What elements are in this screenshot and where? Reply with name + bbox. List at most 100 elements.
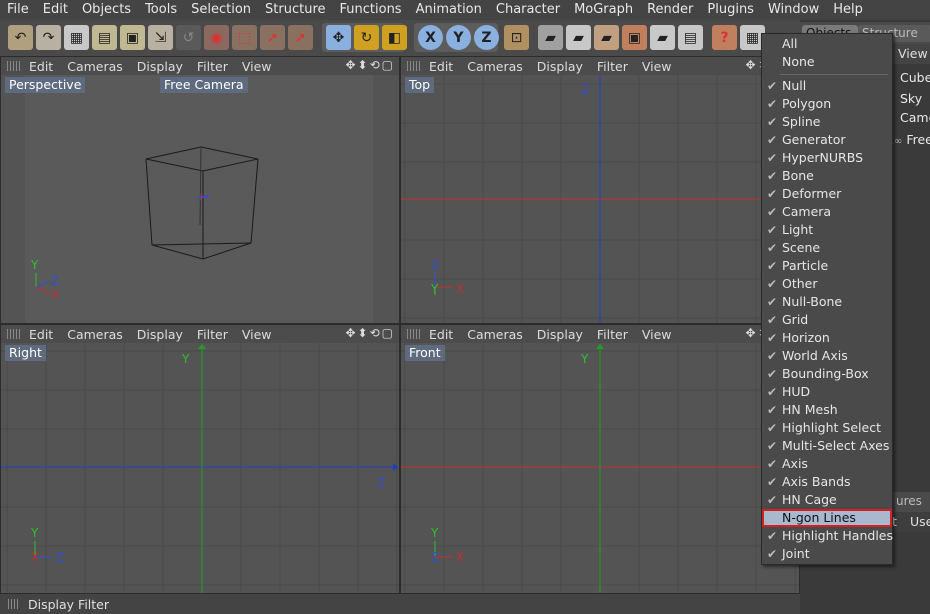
viewport-menu-edit[interactable]: Edit — [425, 59, 463, 74]
filter-item-null[interactable]: ✔ Null — [762, 77, 892, 95]
viewport-menu-view[interactable]: View — [638, 327, 682, 342]
viewport-menu-edit[interactable]: Edit — [25, 327, 63, 342]
viewport-menu-view[interactable]: View — [238, 59, 282, 74]
filter-item-n-gon-lines[interactable]: N-gon Lines — [762, 509, 892, 527]
filter-item-spline[interactable]: ✔ Spline — [762, 113, 892, 131]
menu-file[interactable]: File — [0, 0, 36, 20]
redo-icon[interactable]: ↷ — [36, 25, 61, 50]
filter-item-horizon[interactable]: ✔ Horizon — [762, 329, 892, 347]
coordinate-system-icon[interactable]: ⊡ — [504, 25, 529, 50]
poly-select-icon[interactable]: ➚ — [288, 25, 313, 50]
viewport-camera-label[interactable]: Free Camera — [160, 77, 248, 93]
panel-menu-view[interactable]: View — [898, 46, 928, 61]
filter-item-scene[interactable]: ✔ Scene — [762, 239, 892, 257]
viewport-menu-filter[interactable]: Filter — [593, 327, 638, 342]
filter-item-deformer[interactable]: ✔ Deformer — [762, 185, 892, 203]
render-batch-icon[interactable]: ▤ — [678, 25, 703, 50]
filter-none[interactable]: None — [762, 53, 892, 71]
viewport-front[interactable]: Edit Cameras Display Filter View ✥⬍⟲▢ — [400, 324, 800, 594]
filter-item-bone[interactable]: ✔ Bone — [762, 167, 892, 185]
grip-icon[interactable] — [8, 599, 20, 609]
menu-mograph[interactable]: MoGraph — [567, 0, 640, 20]
viewport-nav-icons[interactable]: ✥⬍⟲▢ — [345, 326, 395, 340]
object-item[interactable]: Sky — [900, 91, 922, 106]
viewport-menu-edit[interactable]: Edit — [425, 327, 463, 342]
viewport-nav-icons[interactable]: ✥⬍⟲▢ — [345, 58, 395, 72]
move-icon[interactable]: ✥ — [326, 25, 351, 50]
menu-functions[interactable]: Functions — [333, 0, 409, 20]
viewport-menu-display[interactable]: Display — [133, 327, 193, 342]
viewport-menu-display[interactable]: Display — [533, 327, 593, 342]
perspective-canvas[interactable] — [1, 75, 399, 323]
grip-icon[interactable] — [407, 61, 421, 71]
viewport-menu-filter[interactable]: Filter — [193, 59, 238, 74]
viewport-menu-cameras[interactable]: Cameras — [63, 327, 133, 342]
x-axis-lock-icon[interactable]: X — [418, 25, 443, 50]
menu-selection[interactable]: Selection — [184, 0, 258, 20]
lasso-select-icon[interactable]: ➚ — [260, 25, 285, 50]
filter-item-axis[interactable]: ✔ Axis — [762, 455, 892, 473]
menu-render[interactable]: Render — [640, 0, 700, 20]
grip-icon[interactable] — [7, 329, 21, 339]
viewport-menu-view[interactable]: View — [238, 327, 282, 342]
viewport-right[interactable]: Edit Cameras Display Filter View ✥⬍⟲▢ Ri… — [0, 324, 400, 594]
viewport-menu-display[interactable]: Display — [133, 59, 193, 74]
filter-item-world-axis[interactable]: ✔ World Axis — [762, 347, 892, 365]
menu-plugins[interactable]: Plugins — [700, 0, 761, 20]
tab-attributes[interactable]: ures — [896, 494, 922, 508]
viewport-menu-cameras[interactable]: Cameras — [463, 327, 533, 342]
z-axis-lock-icon[interactable]: Z — [474, 25, 499, 50]
y-axis-lock-icon[interactable]: Y — [446, 25, 471, 50]
menu-animation[interactable]: Animation — [409, 0, 489, 20]
filter-item-particle[interactable]: ✔ Particle — [762, 257, 892, 275]
menu-structure[interactable]: Structure — [258, 0, 332, 20]
filter-item-null-bone[interactable]: ✔ Null-Bone — [762, 293, 892, 311]
menu-window[interactable]: Window — [761, 0, 826, 20]
undo-view-icon[interactable]: ↺ — [176, 25, 201, 50]
filter-item-polygon[interactable]: ✔ Polygon — [762, 95, 892, 113]
scale-icon[interactable]: ◧ — [382, 25, 407, 50]
live-select-icon[interactable]: ◉ — [204, 25, 229, 50]
grip-icon[interactable] — [407, 329, 421, 339]
object-item[interactable]: Came — [900, 110, 930, 125]
viewport-menu-view[interactable]: View — [638, 59, 682, 74]
viewport-menu-cameras[interactable]: Cameras — [63, 59, 133, 74]
filter-item-other[interactable]: ✔ Other — [762, 275, 892, 293]
filter-item-hn-mesh[interactable]: ✔ HN Mesh — [762, 401, 892, 419]
viewport-top[interactable]: Edit Cameras Display Filter View ✥⬍⟲▢ — [400, 56, 800, 324]
render-to-picture-viewer-icon[interactable]: ▰ — [594, 25, 619, 50]
filter-item-hn-cage[interactable]: ✔ HN Cage — [762, 491, 892, 509]
filter-item-hud[interactable]: ✔ HUD — [762, 383, 892, 401]
filter-item-axis-bands[interactable]: ✔ Axis Bands — [762, 473, 892, 491]
object-item[interactable]: ∞ Free — [894, 132, 930, 147]
menu-tools[interactable]: Tools — [138, 0, 184, 20]
filter-item-multi-select-axes[interactable]: ✔ Multi-Select Axes — [762, 437, 892, 455]
filter-item-grid[interactable]: ✔ Grid — [762, 311, 892, 329]
new-scene-icon[interactable]: ▦ — [64, 25, 89, 50]
filter-item-bounding-box[interactable]: ✔ Bounding-Box — [762, 365, 892, 383]
filter-all[interactable]: All — [762, 35, 892, 53]
viewport-menu-edit[interactable]: Edit — [25, 59, 63, 74]
render-active-view-icon[interactable]: ▰ — [538, 25, 563, 50]
menu-objects[interactable]: Objects — [75, 0, 138, 20]
filter-item-joint[interactable]: ✔ Joint — [762, 545, 892, 563]
filter-item-hypernurbs[interactable]: ✔ HyperNURBS — [762, 149, 892, 167]
viewport-menu-display[interactable]: Display — [533, 59, 593, 74]
viewport-menu-cameras[interactable]: Cameras — [463, 59, 533, 74]
filter-item-light[interactable]: ✔ Light — [762, 221, 892, 239]
help-icon[interactable]: ? — [712, 25, 737, 50]
viewport-menu-filter[interactable]: Filter — [193, 327, 238, 342]
object-item[interactable]: Cube — [900, 70, 930, 85]
viewport-perspective[interactable]: Edit Cameras Display Filter View ✥⬍⟲▢ Pe… — [0, 56, 400, 324]
merge-icon[interactable]: ⇲ — [148, 25, 173, 50]
save-file-icon[interactable]: ▣ — [120, 25, 145, 50]
menu-help[interactable]: Help — [826, 0, 870, 20]
filter-item-camera[interactable]: ✔ Camera — [762, 203, 892, 221]
grip-icon[interactable] — [7, 61, 21, 71]
rect-select-icon[interactable]: ⬚ — [232, 25, 257, 50]
menu-edit[interactable]: Edit — [36, 0, 75, 20]
undo-icon[interactable]: ↶ — [8, 25, 33, 50]
viewport-menu-filter[interactable]: Filter — [593, 59, 638, 74]
render-region-icon[interactable]: ▰ — [566, 25, 591, 50]
filter-item-highlight-handles[interactable]: ✔ Highlight Handles — [762, 527, 893, 545]
